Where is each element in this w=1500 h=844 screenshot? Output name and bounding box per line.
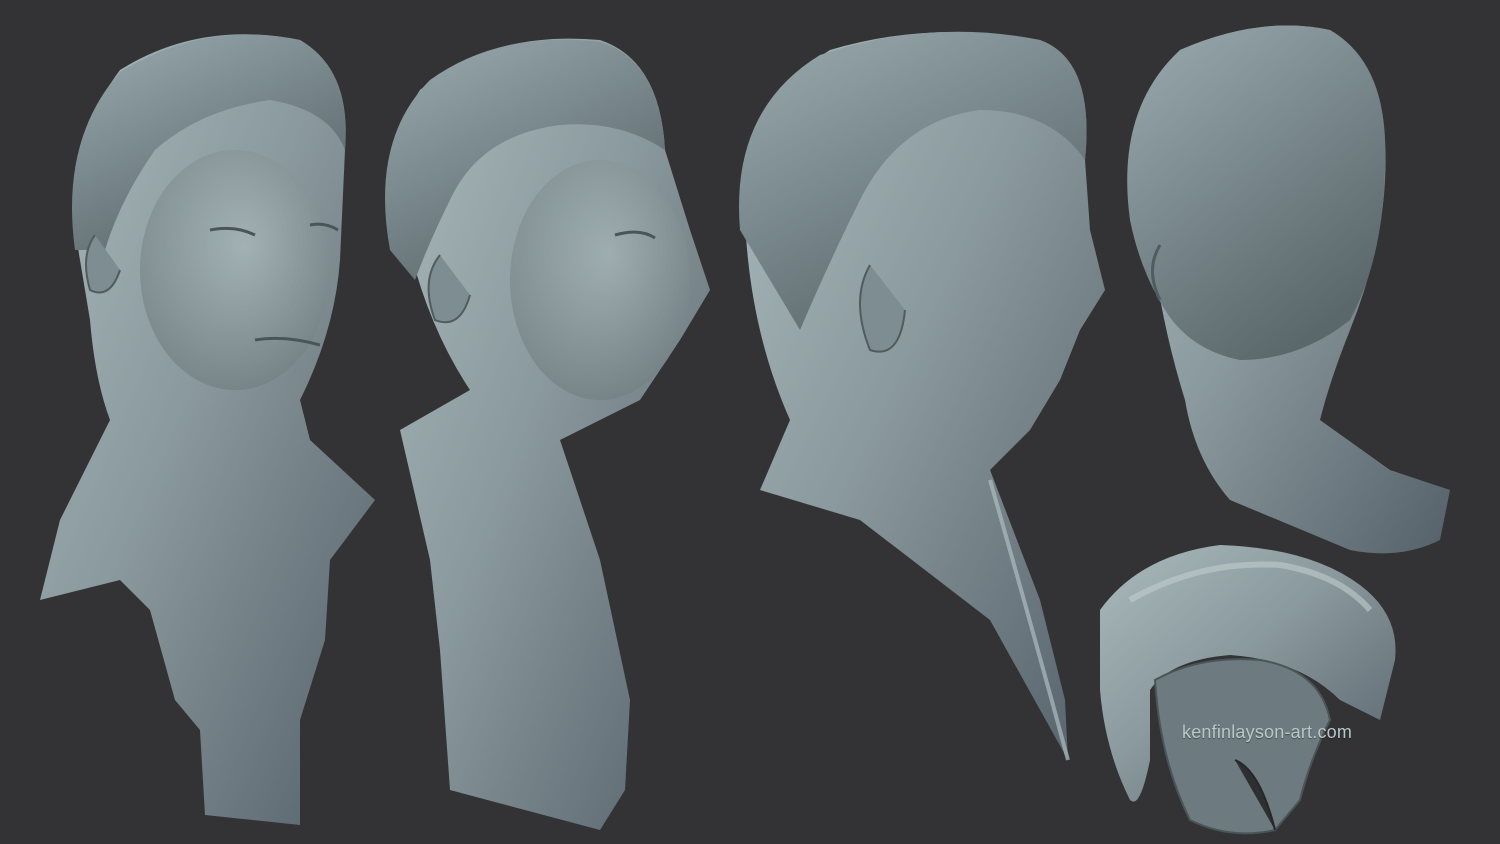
head-back-view <box>1127 25 1450 554</box>
bust-profile-view <box>739 31 1105 761</box>
render-canvas: kenfinlayson-art.com <box>0 0 1500 844</box>
sculpt-renders <box>40 25 1450 835</box>
teeth-tongue-view <box>1100 545 1396 835</box>
bust-front-view <box>40 34 375 826</box>
watermark-text: kenfinlayson-art.com <box>1182 722 1353 742</box>
bust-three-quarter-view <box>385 38 710 831</box>
